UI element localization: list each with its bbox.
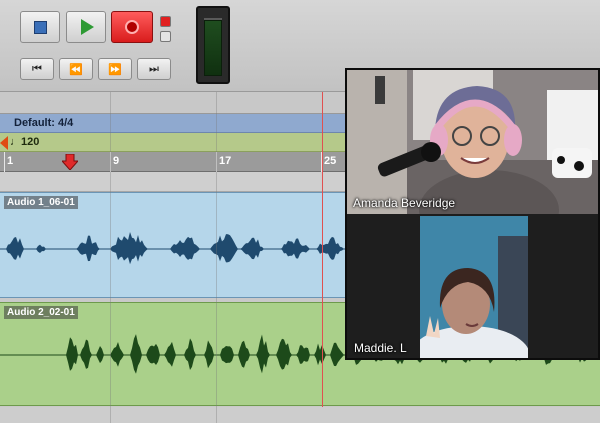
- fast-forward-icon: ⏩: [108, 63, 122, 76]
- empty-track-area[interactable]: [0, 407, 600, 423]
- stop-button[interactable]: [20, 11, 60, 43]
- bar-number: 1: [7, 155, 14, 167]
- tempo-label: ♩120: [10, 136, 40, 148]
- participant-video-image: [347, 70, 598, 214]
- record-button[interactable]: [111, 11, 153, 43]
- clip-name: Audio 2_02-01: [4, 306, 78, 319]
- rewind-icon: ⏪: [69, 63, 83, 76]
- meter-peak: [204, 18, 222, 20]
- bar-number: 17: [219, 155, 232, 167]
- playhead-marker-icon[interactable]: [62, 154, 78, 170]
- participant-video-image: [420, 216, 528, 358]
- play-button[interactable]: [66, 11, 106, 43]
- tempo-marker-icon[interactable]: [0, 136, 8, 150]
- go-to-end-button[interactable]: ⏭: [137, 58, 171, 80]
- skip-forward-icon: ⏭: [149, 62, 159, 75]
- participant-video-2[interactable]: [420, 216, 528, 358]
- video-call-panel[interactable]: Amanda Beveridge Maddie. L: [345, 68, 600, 360]
- bar-number: 25: [324, 155, 337, 167]
- rewind-button[interactable]: ⏪: [59, 58, 93, 80]
- bar-line: [4, 152, 5, 172]
- stop-icon: [33, 20, 47, 34]
- play-icon: [81, 19, 94, 35]
- fast-forward-button[interactable]: ⏩: [98, 58, 132, 80]
- rewind-to-start-button[interactable]: ⏮: [20, 58, 54, 80]
- edit-cursor: [322, 92, 323, 407]
- skip-back-icon: ⏮: [32, 62, 42, 75]
- grid-line: [216, 92, 217, 423]
- grid-line: [110, 92, 111, 423]
- record-icon: [125, 20, 139, 34]
- meter-fill: [204, 20, 222, 76]
- participant-video-1[interactable]: Amanda Beveridge: [347, 70, 598, 214]
- record-arm-indicator[interactable]: [160, 16, 171, 27]
- clip-name: Audio 1_06-01: [4, 196, 78, 209]
- participant-name: Maddie. L: [354, 341, 407, 355]
- level-meter: [196, 6, 230, 84]
- bar-number: 9: [113, 155, 120, 167]
- meter-label: Default: 4/4: [14, 117, 74, 129]
- participant-name: Amanda Beveridge: [353, 196, 456, 210]
- loop-indicator[interactable]: [160, 31, 171, 42]
